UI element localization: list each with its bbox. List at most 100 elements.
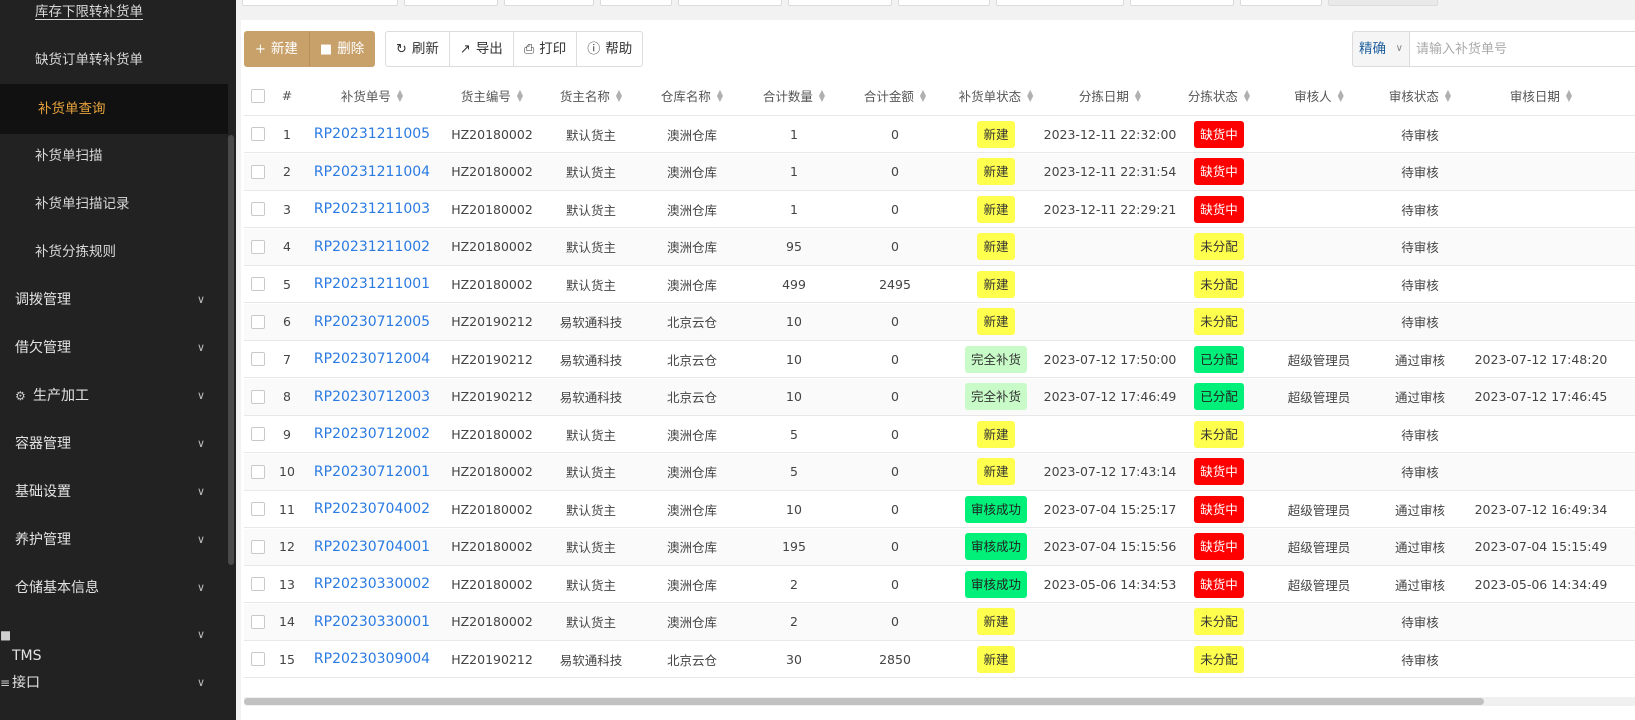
- new-button[interactable]: + 新建: [244, 31, 309, 67]
- select-all-checkbox[interactable]: [251, 88, 265, 103]
- sort-icon[interactable]: ▲ ▼: [1566, 88, 1572, 102]
- order-no-link[interactable]: RP20231211003: [314, 201, 430, 217]
- table-row[interactable]: 8 RP20230712003 HZ20190212 易软通科技 北京云仓 10 0 完全补货…: [244, 378, 1635, 416]
- row-checkbox[interactable]: [251, 127, 265, 141]
- table-row[interactable]: 3 RP20231211003 HZ20180002 默认货主 澳洲仓库 1 0 新建 2023…: [244, 191, 1635, 228]
- row-checkbox[interactable]: [251, 239, 265, 254]
- row-checkbox[interactable]: [251, 314, 265, 329]
- row-checkbox[interactable]: [251, 539, 265, 554]
- table-row[interactable]: 11 RP20230704002 HZ20180002 默认货主 澳洲仓库 10 0 审核成功…: [244, 491, 1635, 528]
- table-row[interactable]: 4 RP20231211002 HZ20180002 默认货主 澳洲仓库 95 0 新建 未分配…: [244, 228, 1635, 266]
- sidebar-item-replenish-scan[interactable]: 补货单扫描: [0, 131, 228, 181]
- tab[interactable]: [1240, 0, 1322, 6]
- header-total-qty[interactable]: 合计数量 ▲ ▼: [744, 76, 844, 115]
- order-no-link[interactable]: RP20230330001: [314, 614, 430, 630]
- table-row[interactable]: 5 RP20231211001 HZ20180002 默认货主 澳洲仓库 499 2495 新…: [244, 266, 1635, 303]
- row-checkbox[interactable]: [251, 352, 265, 366]
- sort-icon[interactable]: ▲ ▼: [397, 88, 403, 102]
- order-no-link[interactable]: RP20230712002: [314, 426, 430, 442]
- table-row[interactable]: 13 RP20230330002 HZ20180002 默认货主 澳洲仓库 2 0 审核成功 2…: [244, 566, 1635, 603]
- header-review-date[interactable]: 审核日期 ▲ ▼: [1466, 76, 1616, 115]
- order-no-link[interactable]: RP20230712001: [314, 464, 430, 480]
- order-no-link[interactable]: RP20231211002: [314, 239, 430, 255]
- sort-icon[interactable]: ▲ ▼: [517, 88, 523, 102]
- row-checkbox[interactable]: [251, 202, 265, 216]
- header-review-status[interactable]: 审核状态 ▲ ▼: [1374, 76, 1466, 115]
- tab[interactable]: [504, 0, 594, 6]
- sidebar-group-interface[interactable]: ≡ 接口 ∨: [0, 658, 228, 708]
- sidebar-group-warehouse-info[interactable]: 仓储基本信息 ∨: [0, 563, 228, 613]
- tab[interactable]: [1130, 0, 1234, 6]
- tab[interactable]: [600, 0, 672, 6]
- header-pick-status[interactable]: 分拣状态 ▲ ▼: [1174, 76, 1264, 115]
- sort-icon[interactable]: ▲ ▼: [1027, 88, 1033, 102]
- print-button[interactable]: ⎙ 打印: [513, 31, 578, 67]
- table-row[interactable]: 15 RP20230309004 HZ20190212 易软通科技 北京云仓 30 2850…: [244, 641, 1635, 678]
- order-no-link[interactable]: RP20230330002: [314, 576, 430, 592]
- header-owner-code[interactable]: 货主编号 ▲ ▼: [442, 76, 542, 115]
- sidebar-group-tms[interactable]: ■TMS ∨: [0, 610, 228, 664]
- row-checkbox[interactable]: [251, 464, 265, 479]
- tab[interactable]: [242, 0, 398, 6]
- table-row[interactable]: 12 RP20230704001 HZ20180002 默认货主 澳洲仓库 195 0 审核成…: [244, 528, 1635, 566]
- table-row[interactable]: 2 RP20231211004 HZ20180002 默认货主 澳洲仓库 1 0 新建 2023…: [244, 153, 1635, 191]
- tab[interactable]: [404, 0, 498, 6]
- export-button[interactable]: ↗ 导出: [449, 31, 514, 67]
- order-no-link[interactable]: RP20230704002: [314, 501, 430, 517]
- row-checkbox[interactable]: [251, 502, 265, 516]
- sort-icon[interactable]: ▲ ▼: [1338, 88, 1344, 102]
- order-no-link[interactable]: RP20231211005: [314, 126, 430, 142]
- order-no-link[interactable]: RP20231211001: [314, 276, 430, 292]
- sort-icon[interactable]: ▲ ▼: [1445, 88, 1451, 102]
- table-row[interactable]: 6 RP20230712005 HZ20190212 易软通科技 北京云仓 10 0 新建 未分…: [244, 303, 1635, 341]
- order-no-link[interactable]: RP20231211004: [314, 164, 430, 180]
- table-row[interactable]: 9 RP20230712002 HZ20180002 默认货主 澳洲仓库 5 0 新建 未分配 待…: [244, 416, 1635, 453]
- help-button[interactable]: ⓘ 帮助: [577, 31, 644, 67]
- row-checkbox[interactable]: [251, 277, 265, 291]
- tab[interactable]: [678, 0, 782, 6]
- header-pick-date[interactable]: 分拣日期 ▲ ▼: [1046, 76, 1174, 115]
- sort-icon[interactable]: ▲ ▼: [1244, 88, 1250, 102]
- table-row[interactable]: 1 RP20231211005 HZ20180002 默认货主 澳洲仓库 1 0 新建 2023…: [244, 116, 1635, 153]
- row-checkbox[interactable]: [251, 577, 265, 591]
- tab[interactable]: [996, 0, 1124, 6]
- order-no-link[interactable]: RP20230704001: [314, 539, 430, 555]
- header-reviewer[interactable]: 审核人 ▲ ▼: [1264, 76, 1374, 115]
- sidebar-group-container[interactable]: 容器管理 ∨: [0, 419, 228, 469]
- horizontal-scrollbar[interactable]: [244, 697, 1635, 706]
- sidebar-item-shortage-to-replenish[interactable]: 缺货订单转补货单: [0, 35, 228, 85]
- delete-button[interactable]: ■ 删除: [308, 31, 376, 67]
- sidebar-item-replenish-scan-log[interactable]: 补货单扫描记录: [0, 179, 228, 229]
- row-checkbox[interactable]: [251, 389, 265, 404]
- sort-icon[interactable]: ▲ ▼: [616, 88, 622, 102]
- order-no-link[interactable]: RP20230309004: [314, 651, 430, 667]
- table-row[interactable]: 10 RP20230712001 HZ20180002 默认货主 澳洲仓库 5 0 新建 202…: [244, 453, 1635, 491]
- row-checkbox[interactable]: [251, 164, 265, 179]
- scrollbar-thumb[interactable]: [244, 698, 1484, 705]
- sidebar-group-transfer[interactable]: 调拨管理 ∨: [0, 275, 228, 325]
- table-row[interactable]: 7 RP20230712004 HZ20190212 易软通科技 北京云仓 10 0 完全补货…: [244, 341, 1635, 378]
- sidebar-group-borrow[interactable]: 借欠管理 ∨: [0, 323, 228, 373]
- tab[interactable]: [788, 0, 892, 6]
- header-warehouse[interactable]: 仓库名称 ▲ ▼: [640, 76, 744, 115]
- sidebar-item-replenish-query[interactable]: 补货单查询: [0, 84, 228, 134]
- order-no-link[interactable]: RP20230712004: [314, 351, 430, 367]
- sidebar-group-production[interactable]: ⚙ 生产加工 ∨: [0, 371, 228, 421]
- order-no-link[interactable]: RP20230712005: [314, 314, 430, 330]
- sort-icon[interactable]: ▲ ▼: [717, 88, 723, 102]
- sidebar-scrollbar[interactable]: [228, 135, 234, 565]
- sidebar-item-replenish-pick-rules[interactable]: 补货分拣规则: [0, 227, 228, 277]
- tab[interactable]: [898, 0, 990, 6]
- header-owner-name[interactable]: 货主名称 ▲ ▼: [542, 76, 640, 115]
- sort-icon[interactable]: ▲ ▼: [920, 88, 926, 102]
- table-row[interactable]: 14 RP20230330001 HZ20180002 默认货主 澳洲仓库 2 0 新建 未分配…: [244, 603, 1635, 641]
- sidebar-group-maintenance[interactable]: 养护管理 ∨: [0, 515, 228, 565]
- header-order-no[interactable]: 补货单号 ▲ ▼: [302, 76, 442, 115]
- tab-active[interactable]: [1328, 0, 1438, 6]
- header-total-amount[interactable]: 合计金额 ▲ ▼: [844, 76, 946, 115]
- sort-icon[interactable]: ▲ ▼: [1135, 88, 1141, 102]
- order-no-link[interactable]: RP20230712003: [314, 389, 430, 405]
- sort-icon[interactable]: ▲ ▼: [819, 88, 825, 102]
- sidebar-group-basic-settings[interactable]: 基础设置 ∨: [0, 467, 228, 517]
- search-mode-select[interactable]: 精确 ∨: [1352, 31, 1410, 67]
